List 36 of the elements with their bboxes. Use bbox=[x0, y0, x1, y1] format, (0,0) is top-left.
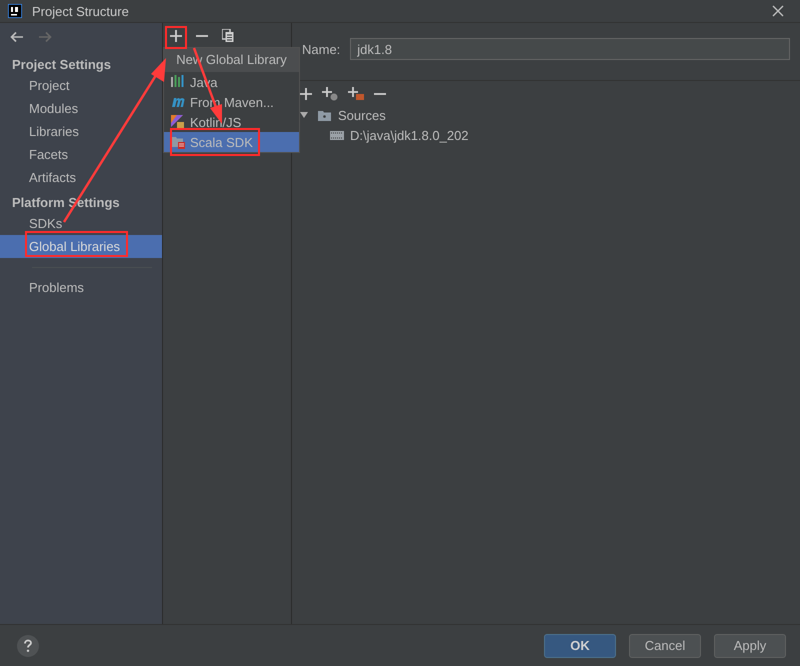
copy-icon[interactable] bbox=[222, 29, 234, 42]
sidebar-item[interactable]: Artifacts bbox=[0, 166, 162, 189]
add-icon[interactable] bbox=[170, 30, 182, 42]
sidebar-item[interactable]: Problems bbox=[0, 276, 162, 299]
name-label: Name: bbox=[302, 42, 340, 56]
folder-stack-icon bbox=[171, 135, 185, 149]
sidebar-item[interactable]: SDKs bbox=[0, 212, 162, 235]
sidebar-item[interactable]: Modules bbox=[0, 97, 162, 120]
add-icon[interactable] bbox=[300, 88, 312, 100]
triangle-badge-icon bbox=[171, 115, 185, 129]
dialog-button[interactable]: Cancel bbox=[629, 634, 701, 658]
name-field[interactable]: jdk1.8 bbox=[350, 38, 790, 60]
sidebar-item[interactable]: Global Libraries bbox=[0, 235, 162, 258]
sidebar-item[interactable]: Libraries bbox=[0, 120, 162, 143]
tree-item[interactable]: Sources bbox=[338, 108, 386, 122]
add-folder-icon[interactable] bbox=[348, 87, 364, 101]
folder-icon bbox=[318, 108, 332, 122]
app-logo-icon bbox=[8, 4, 22, 18]
sidebar-item[interactable]: Facets bbox=[0, 143, 162, 166]
expanded-arrow-icon[interactable] bbox=[300, 111, 308, 119]
menu-item[interactable]: Scala SDK bbox=[164, 132, 299, 152]
back-arrow-icon[interactable] bbox=[10, 31, 24, 43]
dialog-button[interactable]: Apply bbox=[714, 634, 786, 658]
sidebar-item[interactable]: Project bbox=[0, 74, 162, 97]
add-globe-icon[interactable] bbox=[322, 87, 338, 101]
close-icon[interactable] bbox=[772, 5, 784, 17]
section-heading: Project Settings bbox=[11, 56, 112, 74]
tree-item[interactable]: D:\java\jdk1.8.0_202 bbox=[350, 128, 469, 142]
highlight-frame bbox=[165, 26, 187, 49]
menu-item[interactable]: Kotlin/JS bbox=[164, 112, 299, 132]
ok-button[interactable]: OK bbox=[544, 634, 616, 658]
jar-icon bbox=[330, 128, 344, 142]
window-title: Project Structure bbox=[32, 4, 130, 18]
maven-m-icon bbox=[171, 95, 185, 109]
help-icon[interactable] bbox=[17, 634, 39, 656]
bar-stripes-icon bbox=[171, 75, 185, 89]
